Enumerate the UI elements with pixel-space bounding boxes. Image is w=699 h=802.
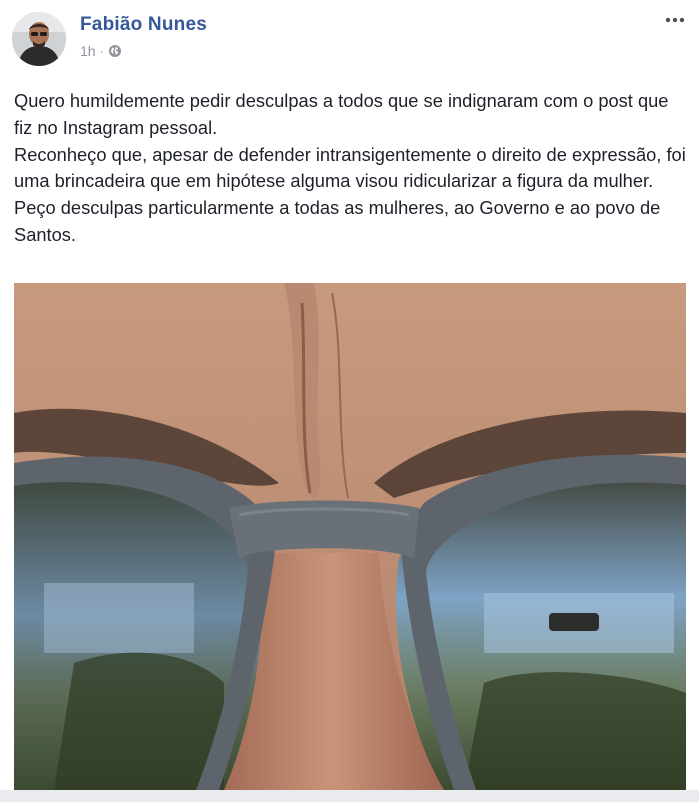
globe-icon[interactable] — [108, 44, 122, 58]
post-paragraph: Quero humildemente pedir desculpas a tod… — [14, 90, 669, 138]
post-meta: 1h · — [80, 43, 122, 59]
avatar-image — [12, 12, 66, 66]
post-message: Quero humildemente pedir desculpas a tod… — [14, 88, 690, 249]
more-options-icon[interactable] — [663, 10, 687, 30]
post-photo[interactable] — [14, 283, 686, 790]
post-timestamp[interactable]: 1h — [80, 43, 96, 59]
post-paragraph: Reconheço que, apesar de defender intran… — [14, 143, 686, 192]
sunglasses-selfie-image — [14, 283, 686, 790]
post-paragraph: Peço desculpas particularmente a todas a… — [14, 197, 661, 245]
post-header: Fabião Nunes 1h · — [0, 0, 699, 80]
author-avatar[interactable] — [12, 12, 66, 66]
author-name[interactable]: Fabião Nunes — [80, 14, 207, 36]
facebook-post: Fabião Nunes 1h · Quero humildemente ped… — [0, 0, 699, 790]
meta-separator: · — [99, 44, 104, 58]
feed-divider — [0, 790, 699, 802]
